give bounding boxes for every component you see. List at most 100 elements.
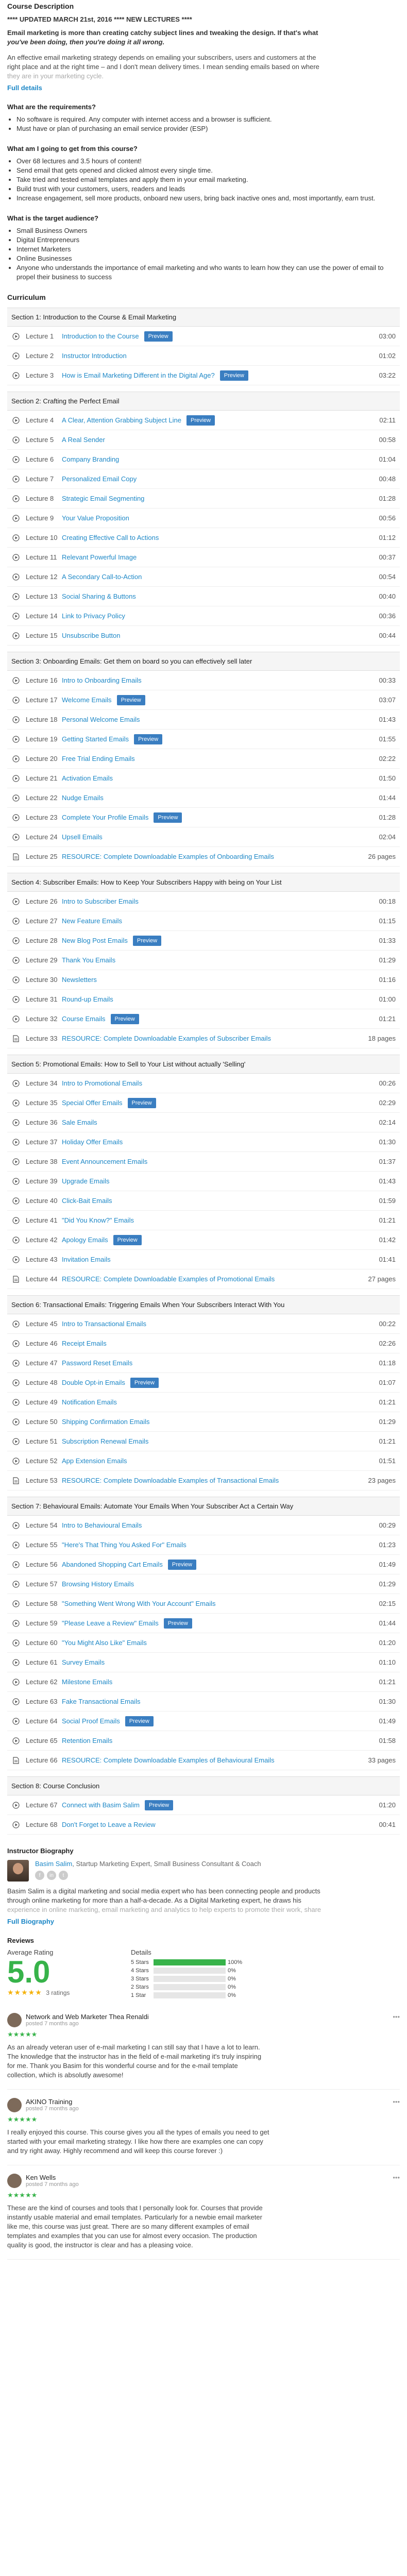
lecture-row[interactable]: Lecture 59 "Please Leave a Review" Emails… <box>7 1614 400 1633</box>
preview-button[interactable]: Preview <box>130 1377 159 1388</box>
lecture-row[interactable]: Lecture 6 Company Branding 01:04 <box>7 450 400 469</box>
section-header[interactable]: Section 8: Course Conclusion <box>7 1776 400 1795</box>
lecture-row[interactable]: Lecture 67 Connect with Basim Salim Previe… <box>7 1795 400 1815</box>
lecture-row[interactable]: Lecture 33 RESOURCE: Complete Downloadabl… <box>7 1029 400 1048</box>
lecture-row[interactable]: Lecture 27 New Feature Emails 01:15 <box>7 911 400 931</box>
lecture-row[interactable]: Lecture 48 Double Opt-in Emails Preview 01:… <box>7 1373 400 1393</box>
lecture-title[interactable]: RESOURCE: Complete Downloadable Examples… <box>62 1756 275 1764</box>
lecture-title[interactable]: Password Reset Emails <box>62 1359 132 1367</box>
lecture-row[interactable]: Lecture 50 Shipping Confirmation Emails 01… <box>7 1412 400 1432</box>
lecture-row[interactable]: Lecture 34 Intro to Promotional Emails 00:… <box>7 1074 400 1093</box>
lecture-title[interactable]: Creating Effective Call to Actions <box>62 534 159 541</box>
lecture-row[interactable]: Lecture 49 Notification Emails 01:21 <box>7 1393 400 1412</box>
lecture-row[interactable]: Lecture 11 Relevant Powerful Image 00:37 <box>7 548 400 567</box>
lecture-title[interactable]: Personal Welcome Emails <box>62 716 140 723</box>
lecture-row[interactable]: Lecture 23 Complete Your Profile Emails Pr… <box>7 808 400 827</box>
lecture-row[interactable]: Lecture 58 "Something Went Wrong With You… <box>7 1594 400 1614</box>
lecture-row[interactable]: Lecture 56 Abandoned Shopping Cart Emails… <box>7 1555 400 1574</box>
preview-button[interactable]: Preview <box>154 812 182 823</box>
lecture-title[interactable]: New Blog Post Emails <box>62 937 128 944</box>
lecture-row[interactable]: Lecture 35 Special Offer Emails Preview 02:… <box>7 1093 400 1113</box>
lecture-title[interactable]: Welcome Emails <box>62 696 112 704</box>
lecture-title[interactable]: Personalized Email Copy <box>62 475 137 483</box>
instructor-avatar[interactable] <box>7 1860 29 1882</box>
lecture-row[interactable]: Lecture 53 RESOURCE: Complete Downloadabl… <box>7 1471 400 1490</box>
lecture-row[interactable]: Lecture 39 Upgrade Emails 01:43 <box>7 1172 400 1191</box>
lecture-row[interactable]: Lecture 52 App Extension Emails 01:51 <box>7 1451 400 1471</box>
preview-button[interactable]: Preview <box>186 415 215 426</box>
lecture-row[interactable]: Lecture 36 Sale Emails 02:14 <box>7 1113 400 1132</box>
lecture-title[interactable]: Social Proof Emails <box>62 1717 120 1725</box>
lecture-title[interactable]: Special Offer Emails <box>62 1099 123 1107</box>
preview-button[interactable]: Preview <box>132 935 162 946</box>
facebook-icon[interactable]: f <box>35 1871 44 1880</box>
instructor-name[interactable]: Basim Salim <box>35 1860 72 1868</box>
more-options-icon[interactable]: ••• <box>393 2098 400 2106</box>
lecture-row[interactable]: Lecture 8 Strategic Email Segmenting 01:28 <box>7 489 400 509</box>
lecture-row[interactable]: Lecture 10 Creating Effective Call to Act… <box>7 528 400 548</box>
lecture-row[interactable]: Lecture 45 Intro to Transactional Emails 0… <box>7 1314 400 1334</box>
section-header[interactable]: Section 1: Introduction to the Course & … <box>7 308 400 327</box>
lecture-title[interactable]: Link to Privacy Policy <box>62 612 125 620</box>
preview-button[interactable]: Preview <box>125 1716 154 1726</box>
more-options-icon[interactable]: ••• <box>393 2174 400 2181</box>
lecture-row[interactable]: Lecture 2 Instructor Introduction 01:02 <box>7 346 400 366</box>
lecture-row[interactable]: Lecture 40 Click-Bait Emails 01:59 <box>7 1191 400 1211</box>
lecture-title[interactable]: Getting Started Emails <box>62 735 129 743</box>
lecture-title[interactable]: Receipt Emails <box>62 1340 107 1347</box>
lecture-title[interactable]: Thank You Emails <box>62 956 115 964</box>
lecture-row[interactable]: Lecture 38 Event Announcement Emails 01:37 <box>7 1152 400 1172</box>
lecture-title[interactable]: RESOURCE: Complete Downloadable Examples… <box>62 1035 271 1042</box>
preview-button[interactable]: Preview <box>145 1800 174 1810</box>
lecture-title[interactable]: Intro to Transactional Emails <box>62 1320 146 1328</box>
lecture-row[interactable]: Lecture 63 Fake Transactional Emails 01:30 <box>7 1692 400 1711</box>
lecture-row[interactable]: Lecture 57 Browsing History Emails 01:29 <box>7 1574 400 1594</box>
lecture-title[interactable]: Nudge Emails <box>62 794 104 802</box>
lecture-row[interactable]: Lecture 20 Free Trial Ending Emails 02:22 <box>7 749 400 769</box>
linkedin-icon[interactable]: in <box>47 1871 56 1880</box>
lecture-title[interactable]: A Clear, Attention Grabbing Subject Line <box>62 416 181 424</box>
lecture-row[interactable]: Lecture 29 Thank You Emails 01:29 <box>7 951 400 970</box>
preview-button[interactable]: Preview <box>134 734 163 744</box>
lecture-row[interactable]: Lecture 37 Holiday Offer Emails 01:30 <box>7 1132 400 1152</box>
lecture-title[interactable]: "Something Went Wrong With Your Account"… <box>62 1600 216 1607</box>
lecture-title[interactable]: Intro to Onboarding Emails <box>62 676 142 684</box>
lecture-row[interactable]: Lecture 68 Don't Forget to Leave a Review… <box>7 1815 400 1835</box>
lecture-row[interactable]: Lecture 13 Social Sharing & Buttons 00:40 <box>7 587 400 606</box>
lecture-row[interactable]: Lecture 26 Intro to Subscriber Emails 00:1… <box>7 892 400 911</box>
lecture-row[interactable]: Lecture 55 "Here's That Thing You Asked F… <box>7 1535 400 1555</box>
lecture-title[interactable]: Shipping Confirmation Emails <box>62 1418 150 1426</box>
lecture-title[interactable]: Upsell Emails <box>62 833 103 841</box>
lecture-row[interactable]: Lecture 51 Subscription Renewal Emails 01:… <box>7 1432 400 1451</box>
preview-button[interactable]: Preview <box>167 1559 196 1570</box>
lecture-row[interactable]: Lecture 16 Intro to Onboarding Emails 00:3… <box>7 671 400 690</box>
lecture-row[interactable]: Lecture 18 Personal Welcome Emails 01:43 <box>7 710 400 730</box>
lecture-title[interactable]: Complete Your Profile Emails <box>62 814 148 821</box>
lecture-title[interactable]: Holiday Offer Emails <box>62 1138 123 1146</box>
lecture-row[interactable]: Lecture 15 Unsubscribe Button 00:44 <box>7 626 400 646</box>
preview-button[interactable]: Preview <box>116 694 145 705</box>
lecture-title[interactable]: Your Value Proposition <box>62 514 129 522</box>
lecture-title[interactable]: Abandoned Shopping Cart Emails <box>62 1561 163 1568</box>
lecture-title[interactable]: Introduction to the Course <box>62 332 139 340</box>
lecture-row[interactable]: Lecture 65 Retention Emails 01:58 <box>7 1731 400 1751</box>
lecture-title[interactable]: Upgrade Emails <box>62 1177 110 1185</box>
section-header[interactable]: Section 2: Crafting the Perfect Email <box>7 392 400 411</box>
lecture-title[interactable]: New Feature Emails <box>62 917 122 925</box>
lecture-title[interactable]: Strategic Email Segmenting <box>62 495 144 502</box>
lecture-row[interactable]: Lecture 41 "Did You Know?" Emails 01:21 <box>7 1211 400 1230</box>
lecture-row[interactable]: Lecture 62 Milestone Emails 01:21 <box>7 1672 400 1692</box>
lecture-title[interactable]: Browsing History Emails <box>62 1580 134 1588</box>
lecture-title[interactable]: "Please Leave a Review" Emails <box>62 1619 159 1627</box>
lecture-row[interactable]: Lecture 4 A Clear, Attention Grabbing Sub… <box>7 411 400 430</box>
lecture-title[interactable]: Round-up Emails <box>62 995 113 1003</box>
lecture-title[interactable]: Sale Emails <box>62 1118 97 1126</box>
lecture-title[interactable]: Intro to Subscriber Emails <box>62 897 139 905</box>
section-header[interactable]: Section 4: Subscriber Emails: How to Kee… <box>7 873 400 892</box>
lecture-row[interactable]: Lecture 60 "You Might Also Like" Emails 01… <box>7 1633 400 1653</box>
lecture-title[interactable]: RESOURCE: Complete Downloadable Examples… <box>62 853 274 860</box>
lecture-title[interactable]: RESOURCE: Complete Downloadable Examples… <box>62 1275 275 1283</box>
full-details-link[interactable]: Full details <box>7 84 42 92</box>
lecture-title[interactable]: Social Sharing & Buttons <box>62 592 136 600</box>
lecture-row[interactable]: Lecture 22 Nudge Emails 01:44 <box>7 788 400 808</box>
